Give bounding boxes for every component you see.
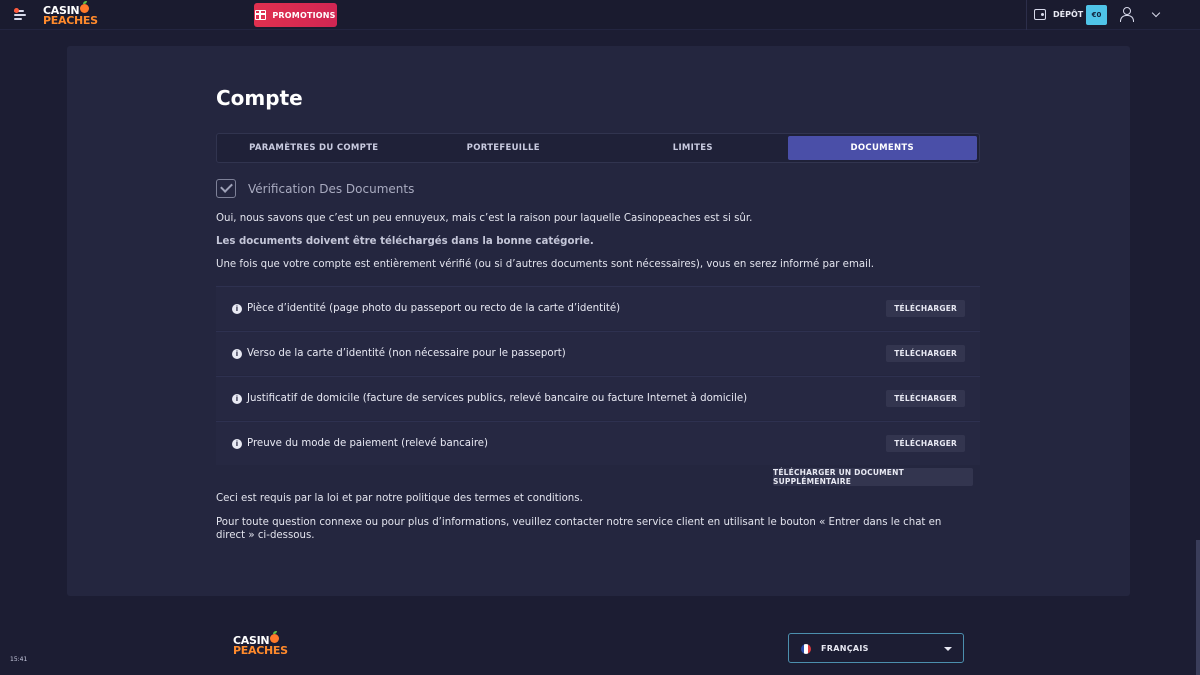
balance-badge[interactable]: €0 [1086, 5, 1107, 25]
menu-icon[interactable] [14, 8, 30, 22]
category-warning: Les documents doivent être téléchargés d… [216, 236, 594, 247]
contact-note: Pour toute question connexe ou pour plus… [216, 517, 942, 541]
gift-icon [255, 10, 267, 20]
info-icon: i [232, 438, 242, 449]
peach-icon [270, 631, 280, 643]
language-select[interactable]: FRANÇAIS [788, 633, 964, 663]
info-icon: i [232, 303, 242, 314]
document-label: Preuve du mode de paiement (relevé banca… [247, 438, 489, 449]
document-label: Verso de la carte d’identité (non nécess… [247, 348, 566, 359]
user-icon[interactable] [1120, 7, 1134, 22]
flag-icon [801, 644, 811, 654]
intro-text: Oui, nous savons que c’est un peu ennuye… [216, 213, 753, 224]
page-title: Compte [216, 86, 303, 110]
tab-documents[interactable]: DOCUMENTS [787, 136, 977, 160]
caret-down-icon [944, 647, 952, 651]
tab-account-settings[interactable]: PARAMÈTRES DU COMPTE [219, 136, 409, 160]
chevron-down-icon[interactable] [1151, 8, 1161, 18]
verification-title: Vérification Des Documents [248, 182, 415, 196]
checkbox-icon [216, 179, 236, 198]
info-icon: i [232, 348, 242, 359]
document-row-id-back: i Verso de la carte d’identité (non néce… [216, 331, 980, 375]
info-icon: i [232, 393, 242, 404]
upload-additional-document-button[interactable]: TÉLÉCHARGER UN DOCUMENT SUPPLÉMENTAIRE [773, 468, 973, 486]
upload-button[interactable]: TÉLÉCHARGER [886, 390, 965, 407]
tab-limits[interactable]: LIMITES [598, 136, 788, 160]
notification-text: Une fois que votre compte est entièremen… [216, 259, 875, 270]
upload-button[interactable]: TÉLÉCHARGER [886, 345, 965, 362]
logo[interactable]: CASIN PEACHES [43, 1, 98, 27]
upload-button[interactable]: TÉLÉCHARGER [886, 300, 965, 317]
document-label: Pièce d’identité (page photo du passepor… [247, 303, 621, 314]
tab-wallet[interactable]: PORTEFEUILLE [409, 136, 599, 160]
logo-text-bottom: PEACHES [43, 13, 98, 27]
logo-text-bottom: PEACHES [233, 643, 288, 657]
promotions-label: PROMOTIONS [272, 10, 336, 20]
upload-button[interactable]: TÉLÉCHARGER [886, 435, 965, 452]
language-label: FRANÇAIS [821, 644, 869, 653]
promotions-button[interactable]: PROMOTIONS [254, 3, 337, 27]
peach-icon [80, 1, 90, 13]
document-row-address: i Justificatif de domicile (facture de s… [216, 376, 980, 420]
clock: 15:41 [10, 656, 28, 663]
scrollbar[interactable] [1196, 540, 1200, 675]
wallet-icon[interactable] [1034, 9, 1046, 20]
account-tabs: PARAMÈTRES DU COMPTE PORTEFEUILLE LIMITE… [216, 133, 980, 163]
top-bar: CASIN PEACHES PROMOTIONS DÉPÔT €0 [0, 0, 1200, 30]
document-label: Justificatif de domicile (facture de ser… [247, 393, 748, 404]
deposit-button[interactable]: DÉPÔT [1053, 10, 1083, 19]
account-area: DÉPÔT €0 [1026, 0, 1200, 30]
footer-logo[interactable]: CASIN PEACHES [233, 631, 288, 657]
legal-note: Ceci est requis par la loi et par notre … [216, 493, 583, 504]
document-row-payment: i Preuve du mode de paiement (relevé ban… [216, 421, 980, 465]
document-row-identity: i Pièce d’identité (page photo du passep… [216, 286, 980, 330]
